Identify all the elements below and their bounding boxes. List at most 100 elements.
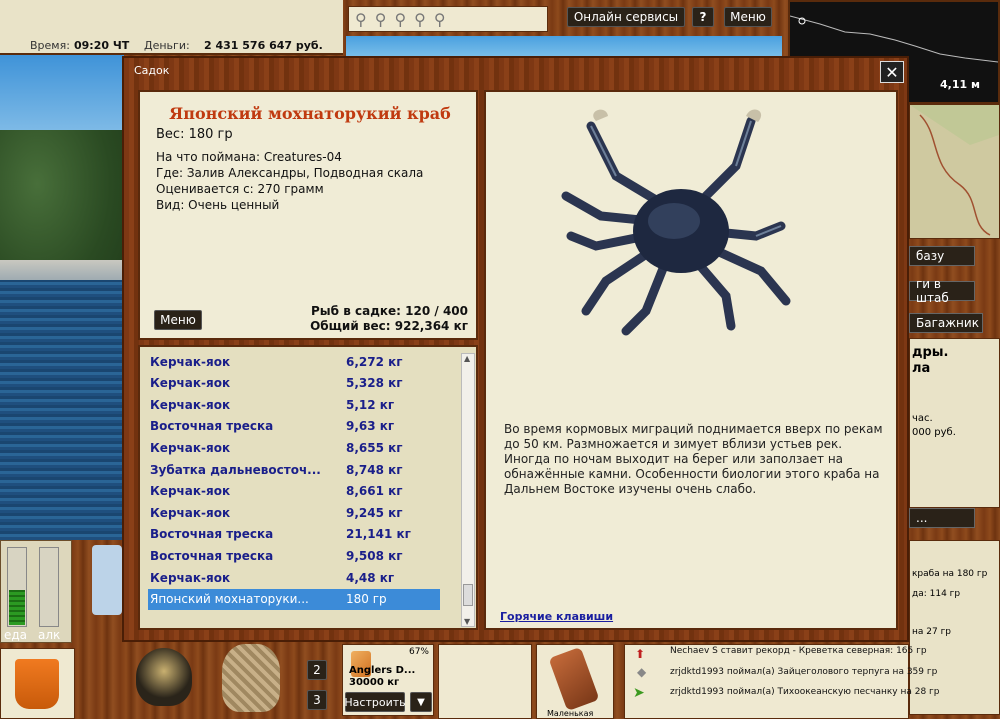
trunk-button[interactable]: Багажник bbox=[909, 313, 983, 333]
scroll-up-icon[interactable]: ▲ bbox=[464, 354, 470, 363]
lure-percent: 67% bbox=[408, 647, 429, 657]
fish-kind: Вид: Очень ценный bbox=[156, 198, 280, 212]
sky-strip bbox=[346, 36, 782, 56]
tackle-icon[interactable]: ⚲ bbox=[414, 10, 426, 29]
shoreline bbox=[0, 260, 124, 282]
fish-name: Японский мохнаторукий краб bbox=[169, 104, 451, 123]
catch-name: Зубатка дальневосточ... bbox=[150, 462, 321, 477]
catch-row[interactable]: Восточная треска 9,508 кг bbox=[148, 545, 440, 566]
catch-weight: 5,328 кг bbox=[346, 376, 403, 391]
bucket-icon bbox=[15, 659, 59, 709]
hotkeys-link[interactable]: Горячие клавиши bbox=[500, 610, 613, 623]
catch-name: Керчак-яок bbox=[150, 484, 231, 499]
slot-2-button[interactable]: 2 bbox=[307, 660, 327, 680]
creel-icon[interactable] bbox=[222, 644, 280, 712]
catch-name: Керчак-яок bbox=[150, 570, 231, 585]
lure-price: 30000 кг bbox=[349, 677, 400, 688]
catch-row[interactable]: Керчак-яок 4,48 кг bbox=[148, 567, 440, 588]
fish-picture-panel: Во время кормовых миграций поднимается в… bbox=[484, 90, 898, 630]
empty-slot[interactable] bbox=[438, 644, 532, 719]
keepnet-dialog: Садок ✕ Японский мохнаторукий краб Вес: … bbox=[122, 56, 909, 642]
catch-row[interactable]: Керчак-яок 5,328 кг bbox=[148, 373, 440, 394]
catch-name: Восточная треска bbox=[150, 419, 274, 434]
time-label: Время: bbox=[30, 39, 70, 52]
chat-partial: краба на 180 гр bbox=[912, 569, 988, 579]
location-title-part2: ла bbox=[912, 361, 931, 376]
dialog-title: Садок bbox=[134, 64, 170, 77]
catch-name: Керчак-яок bbox=[150, 440, 231, 455]
time-value: 09:20 ЧТ bbox=[74, 39, 130, 52]
fish-bait: На что поймана: Creatures-04 bbox=[156, 150, 342, 164]
fish-weight: Вес: 180 гр bbox=[156, 127, 233, 142]
catch-row[interactable]: Зубатка дальневосточ... 8,748 кг bbox=[148, 459, 440, 480]
catch-name: Восточная треска bbox=[150, 527, 274, 542]
fish-place: Где: Залив Александры, Подводная скала bbox=[156, 166, 424, 180]
scrollbar[interactable]: ▲ ▼ bbox=[461, 353, 475, 627]
status-bar: Время: 09:20 ЧТ Деньги: 2 431 576 647 ру… bbox=[0, 0, 343, 55]
alcohol-label: алк bbox=[38, 628, 61, 642]
location-info-panel: дры. ла час. 000 руб. bbox=[909, 338, 1000, 508]
slot-3-button[interactable]: 3 bbox=[307, 690, 327, 710]
map-panel[interactable] bbox=[909, 104, 1000, 239]
cauldron-icon[interactable] bbox=[136, 648, 192, 706]
water bbox=[0, 280, 124, 540]
catch-row[interactable]: Керчак-яок 9,245 кг bbox=[148, 502, 440, 523]
food-label: еда bbox=[4, 628, 28, 642]
chat-message: zrjdktd1993 поймал(а) Тихоокеанскую песч… bbox=[670, 687, 940, 697]
catch-row[interactable]: Восточная треска 21,141 кг bbox=[148, 524, 440, 545]
chat-message: zrjdktd1993 поймал(а) Зайцеголового терп… bbox=[670, 667, 938, 677]
fish-info-panel: Японский мохнаторукий краб Вес: 180 гр Н… bbox=[138, 90, 478, 340]
catch-weight: 9,245 кг bbox=[346, 505, 403, 520]
fish-description: Во время кормовых миграций поднимается в… bbox=[504, 422, 883, 496]
catch-weight: 8,655 кг bbox=[346, 440, 403, 455]
chat-message: Nechaev S ставит рекорд - Креветка север… bbox=[670, 646, 927, 656]
fish-icon: ➤ bbox=[633, 685, 645, 701]
catch-list[interactable]: Керчак-яок 6,272 кг Керчак-яок 5,328 кг Керч… bbox=[138, 345, 478, 630]
tackle-icon[interactable]: ⚲ bbox=[434, 10, 446, 29]
catch-row[interactable]: Керчак-яок 5,12 кг bbox=[148, 394, 440, 415]
scroll-down-icon[interactable]: ▼ bbox=[464, 617, 470, 626]
catch-weight: 9,508 кг bbox=[346, 548, 403, 563]
to-base-button[interactable]: базу bbox=[909, 246, 975, 266]
catch-name: Керчак-яок bbox=[150, 354, 231, 369]
catch-name: Керчак-яок bbox=[150, 505, 231, 520]
tackle-slots: ⚲ ⚲ ⚲ ⚲ ⚲ bbox=[348, 6, 548, 32]
bucket-slot[interactable] bbox=[0, 648, 75, 719]
tackle-icon[interactable]: ⚲ bbox=[394, 10, 406, 29]
catch-weight: 4,48 кг bbox=[346, 570, 395, 585]
close-button[interactable]: ✕ bbox=[880, 61, 904, 83]
tackle-icon[interactable]: ⚲ bbox=[375, 10, 387, 29]
fish-count: Рыб в садке: 120 / 400 bbox=[311, 304, 468, 318]
food-meter bbox=[7, 547, 27, 627]
to-hq-button[interactable]: ги в штаб bbox=[909, 277, 975, 305]
dropdown-arrow-button[interactable]: ▼ bbox=[410, 692, 432, 712]
cooler-icon[interactable] bbox=[92, 545, 122, 615]
catch-weight: 6,272 кг bbox=[346, 354, 403, 369]
menu-button[interactable]: Меню bbox=[724, 7, 772, 27]
catch-row[interactable]: Восточная треска 9,63 кг bbox=[148, 416, 440, 437]
catch-row[interactable]: Японский мохнаторуки... 180 гр bbox=[148, 588, 440, 610]
more-button[interactable]: ... bbox=[909, 508, 975, 528]
money-value: 2 431 576 647 руб. bbox=[204, 39, 323, 52]
catch-weight: 9,63 кг bbox=[346, 419, 395, 434]
item-slot[interactable]: Маленькая bbox=[536, 644, 614, 719]
catch-row[interactable]: Керчак-яок 8,655 кг bbox=[148, 437, 440, 458]
catch-row[interactable]: Керчак-яок 8,661 кг bbox=[148, 481, 440, 502]
game-scene[interactable] bbox=[0, 55, 124, 540]
help-button[interactable]: ? bbox=[692, 7, 714, 27]
catch-weight: 180 гр bbox=[346, 592, 387, 607]
alcohol-meter bbox=[39, 547, 59, 627]
tackle-icon[interactable]: ⚲ bbox=[355, 10, 367, 29]
catch-weight: 8,661 кг bbox=[346, 484, 403, 499]
catch-name: Восточная треска bbox=[150, 548, 274, 563]
crab-image bbox=[561, 109, 791, 336]
chat-partial: да: 114 гр bbox=[912, 589, 961, 599]
configure-button[interactable]: Настроить bbox=[344, 692, 406, 712]
scroll-thumb[interactable] bbox=[463, 584, 473, 606]
total-weight: Общий вес: 922,364 кг bbox=[310, 319, 468, 333]
catch-row[interactable]: Керчак-яок 6,272 кг bbox=[148, 351, 440, 372]
catch-weight: 5,12 кг bbox=[346, 397, 395, 412]
fish-menu-button[interactable]: Меню bbox=[154, 310, 202, 330]
catch-weight: 8,748 кг bbox=[346, 462, 403, 477]
online-services-button[interactable]: Онлайн сервисы bbox=[567, 7, 685, 27]
